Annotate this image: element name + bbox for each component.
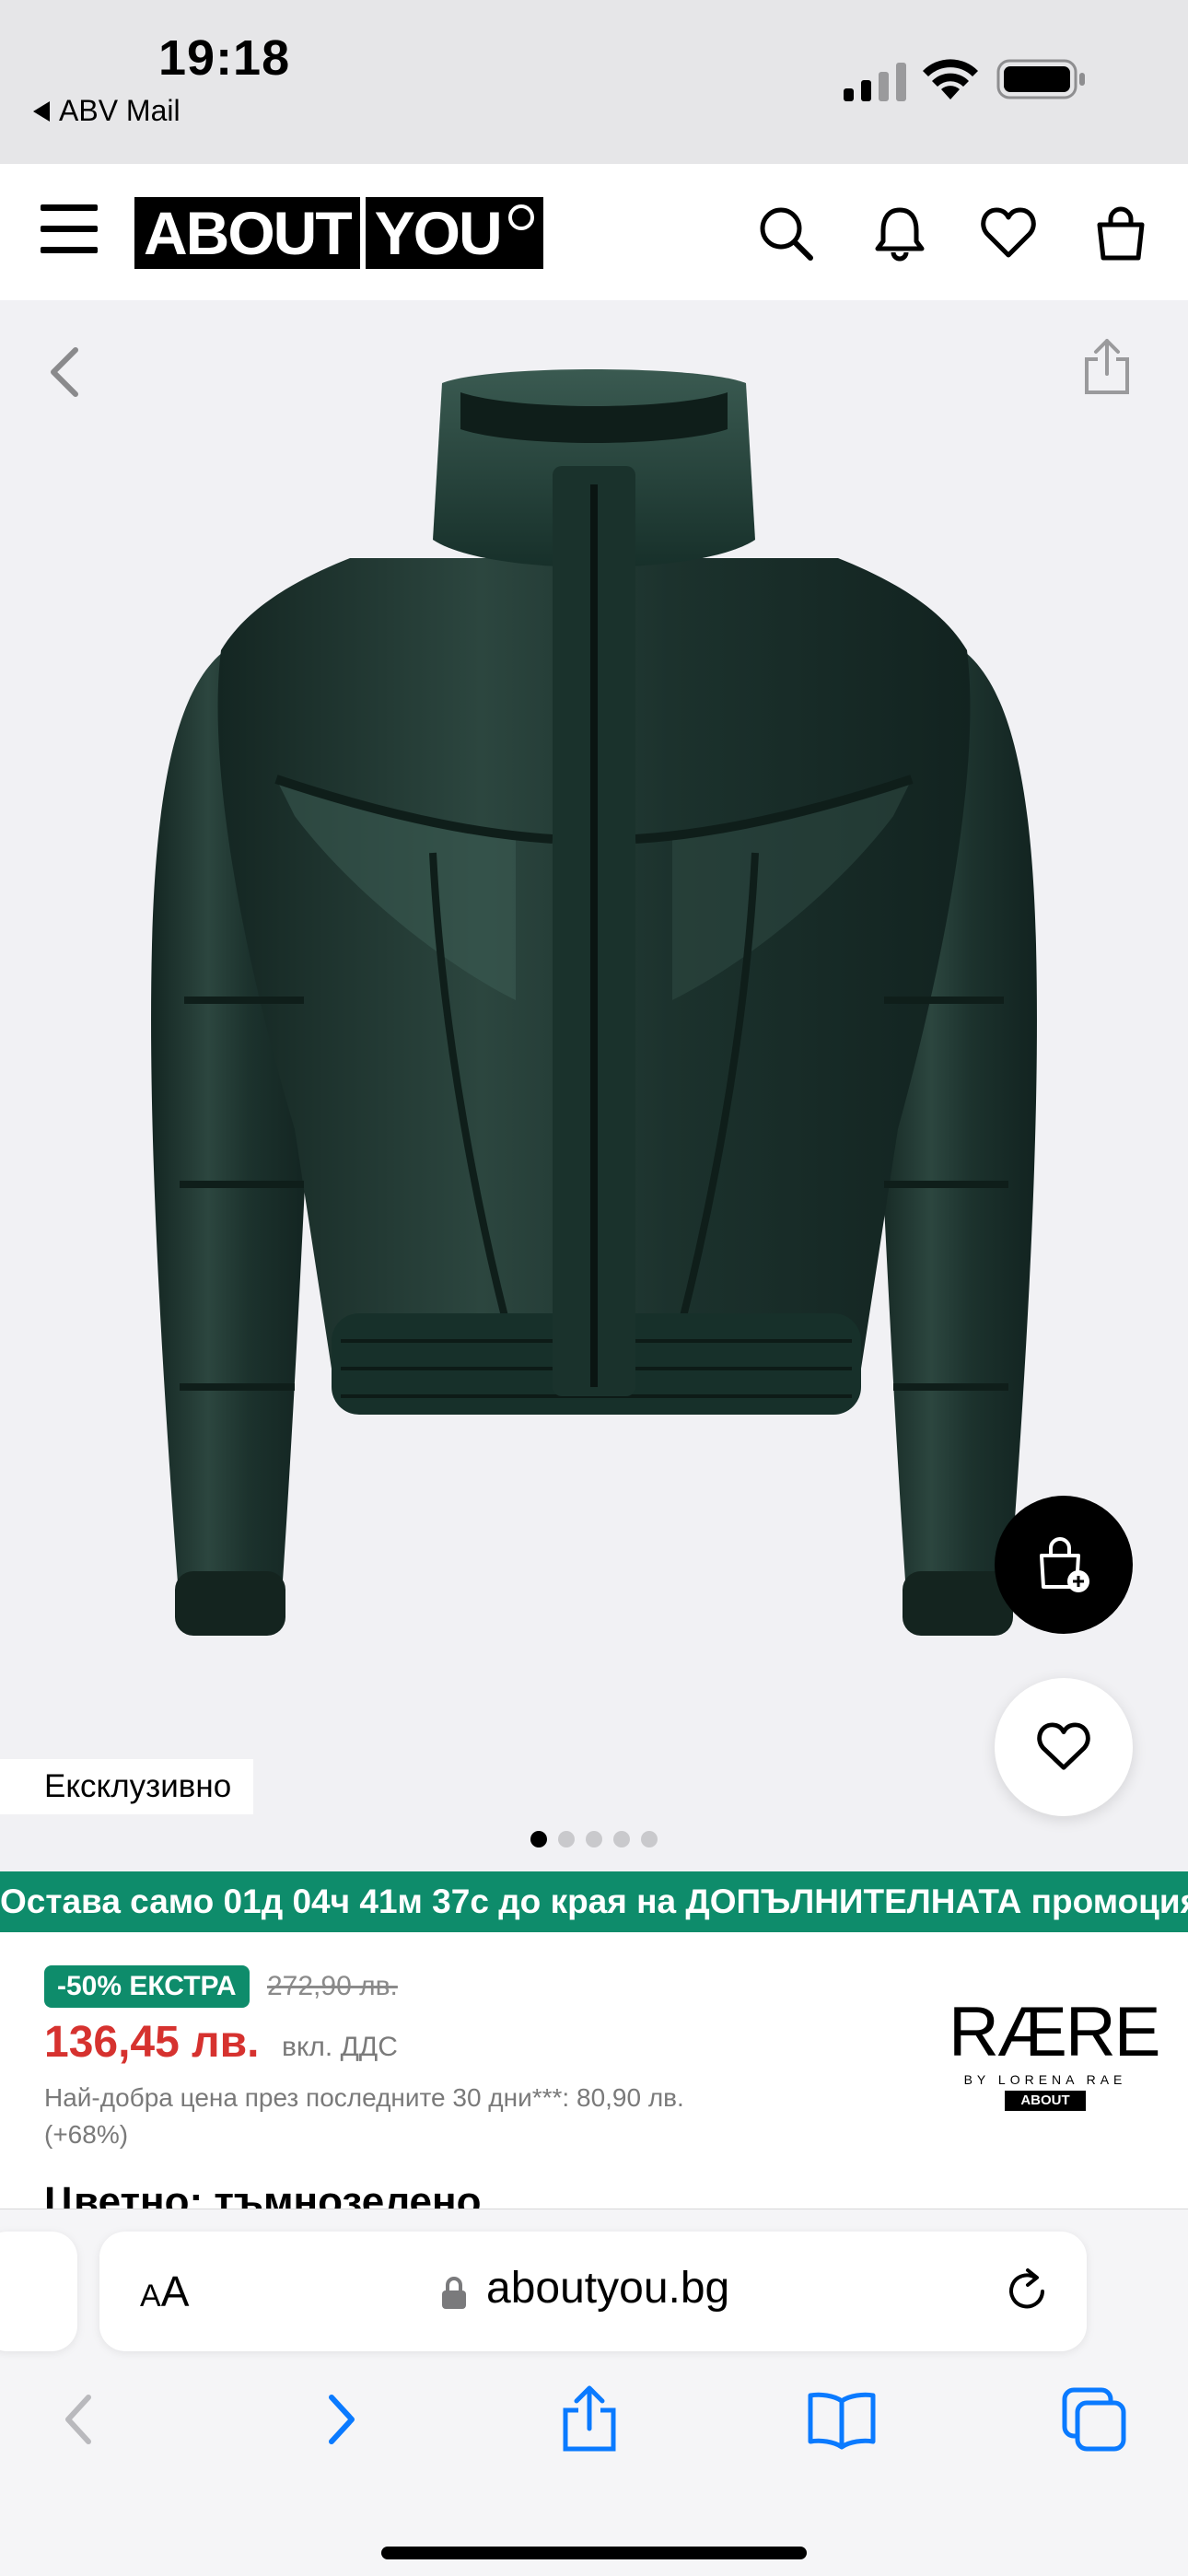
add-to-bag-button[interactable] xyxy=(995,1496,1133,1634)
browser-share-icon[interactable] xyxy=(554,2384,624,2454)
exclusive-label: Ексклузивно xyxy=(0,1759,254,1814)
reload-icon[interactable] xyxy=(1002,2267,1052,2316)
logo-about: ABOUT xyxy=(134,197,360,269)
browser-back-icon[interactable] xyxy=(46,2384,116,2454)
back-to-app-link[interactable]: ABV Mail xyxy=(33,94,181,128)
address-bar[interactable]: AA aboutyou.bg xyxy=(99,2232,1087,2351)
browser-toolbar: AA aboutyou.bg xyxy=(0,2209,1188,2576)
logo-dot-icon xyxy=(507,204,534,230)
back-app-label: ABV Mail xyxy=(59,94,181,127)
notifications-bell-icon[interactable] xyxy=(871,204,928,262)
shopping-bag-icon[interactable] xyxy=(1092,204,1149,262)
status-bar: 19:18 ABV Mail xyxy=(0,0,1188,164)
gallery-dot[interactable] xyxy=(558,1831,575,1847)
logo-you: YOU xyxy=(365,197,543,269)
logo-you-text: YOU xyxy=(374,199,503,267)
text-size-button[interactable]: AA xyxy=(140,2267,189,2316)
home-indicator[interactable] xyxy=(381,2547,807,2559)
menu-icon[interactable] xyxy=(41,204,98,256)
best-price-note: Най-добра цена през последните 30 дни***… xyxy=(44,2083,684,2149)
gallery-dot[interactable] xyxy=(586,1831,602,1847)
gallery-pagination[interactable] xyxy=(530,1831,658,1847)
old-price: 272,90 лв. xyxy=(267,1971,398,2001)
brand-by-line: BY LORENA RAE xyxy=(963,2072,1127,2087)
discount-badge: -50% ЕКСТРА xyxy=(44,1965,250,2008)
status-time: 19:18 xyxy=(158,30,291,86)
bookmarks-icon[interactable] xyxy=(807,2384,877,2454)
share-icon[interactable] xyxy=(1083,337,1131,396)
vat-note: вкл. ДДС xyxy=(282,2032,398,2062)
color-heading: Цветно: тъмнозелено xyxy=(44,2179,482,2209)
brand-logo[interactable]: RÆRE BY LORENA RAE ABOUT YOU xyxy=(949,1993,1160,2129)
previous-tab-peek[interactable] xyxy=(0,2232,77,2351)
site-header: ABOUT YOU xyxy=(0,164,1188,301)
search-icon[interactable] xyxy=(757,204,814,262)
price-section: -50% ЕКСТРА 272,90 лв. 136,45 лв. вкл. Д… xyxy=(0,1932,1188,2209)
back-triangle-icon xyxy=(33,100,50,122)
brand-tag: ABOUT YOU xyxy=(1005,2091,1086,2128)
url-text[interactable]: aboutyou.bg xyxy=(486,2263,729,2314)
product-image-gallery[interactable]: Ексклузивно xyxy=(0,300,1188,1871)
back-chevron-icon[interactable] xyxy=(44,344,85,400)
promo-countdown-banner: Остава само 01д 04ч 41м 37с до края на Д… xyxy=(0,1871,1188,1932)
wishlist-heart-icon[interactable] xyxy=(980,204,1037,262)
gallery-dot[interactable] xyxy=(641,1831,658,1847)
brand-name: RÆRE xyxy=(949,1993,1160,2071)
browser-nav-row xyxy=(0,2384,1188,2467)
product-photo-jacket xyxy=(151,369,1037,1636)
browser-forward-icon[interactable] xyxy=(304,2384,374,2454)
lock-icon xyxy=(442,2277,466,2309)
cellular-signal-icon xyxy=(844,63,906,101)
battery-icon xyxy=(996,59,1085,99)
tabs-icon[interactable] xyxy=(1059,2384,1129,2454)
current-price: 136,45 лв. xyxy=(44,2018,260,2067)
gallery-dot[interactable] xyxy=(613,1831,630,1847)
bag-plus-icon xyxy=(1040,1537,1089,1592)
about-you-logo[interactable]: ABOUT YOU xyxy=(134,197,543,269)
wifi-icon xyxy=(923,59,978,99)
gallery-dot[interactable] xyxy=(530,1831,547,1847)
heart-icon xyxy=(1037,1722,1090,1770)
add-to-wishlist-button[interactable] xyxy=(995,1678,1133,1816)
